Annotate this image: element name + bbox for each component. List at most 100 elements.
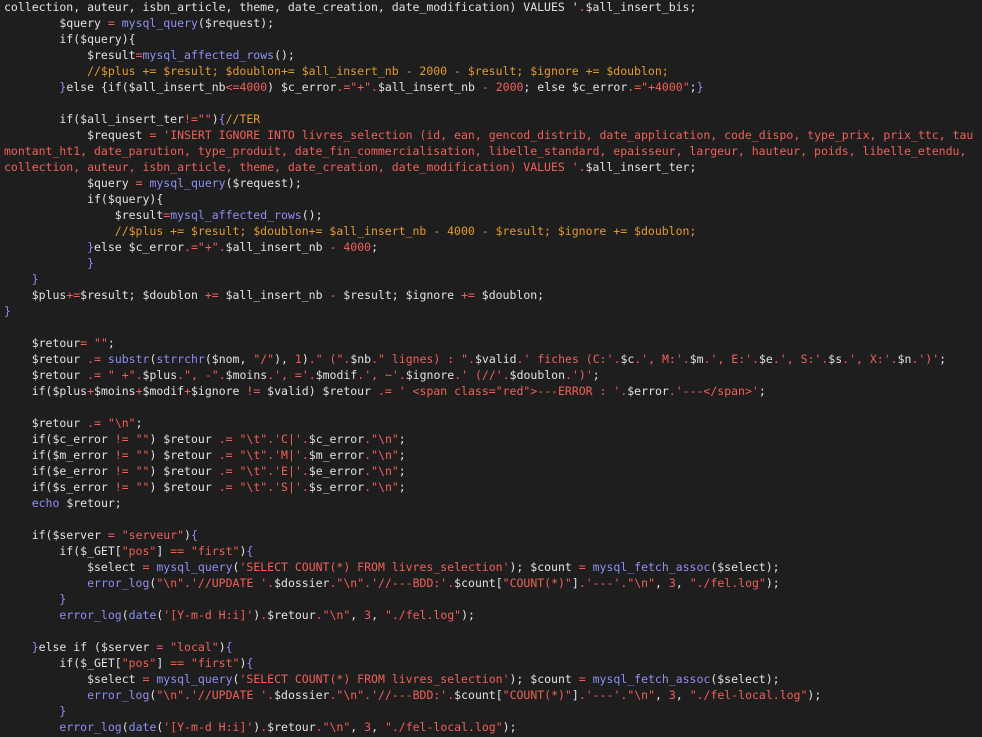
code-text: (); bbox=[301, 208, 323, 222]
code-operator: . bbox=[578, 0, 586, 14]
code-string: '//UPDATE ' bbox=[190, 576, 268, 590]
code-text: , bbox=[371, 720, 385, 734]
code-text: if($s_error bbox=[4, 480, 115, 494]
code-text: $c bbox=[620, 352, 635, 366]
code-line: if($all_insert_ter!=""){//TER bbox=[4, 111, 973, 127]
code-function: strrchr bbox=[156, 352, 205, 366]
code-text: $all_insert_nb bbox=[218, 288, 330, 302]
code-text: ] bbox=[571, 576, 579, 590]
code-line: } bbox=[4, 255, 973, 271]
code-text: if($e_error bbox=[4, 464, 115, 478]
code-line: $select = mysql_query('SELECT COUNT(*) F… bbox=[4, 671, 973, 687]
code-brace: } bbox=[59, 592, 67, 606]
code-line: if($server = "serveur"){ bbox=[4, 527, 973, 543]
code-operator: = bbox=[135, 48, 143, 62]
code-string: "\n" bbox=[371, 464, 399, 478]
code-line: $query = mysql_query($request); bbox=[4, 15, 973, 31]
code-text: ; bbox=[398, 448, 406, 462]
code-function: mysql_query bbox=[149, 176, 226, 190]
code-line: }else if ($server = "local"){ bbox=[4, 639, 973, 655]
code-text: $count[ bbox=[454, 576, 503, 590]
code-operator: . bbox=[308, 352, 316, 366]
code-editor[interactable]: collection, auteur, isbn_article, theme,… bbox=[0, 0, 982, 737]
code-operator: + bbox=[87, 384, 95, 398]
code-string: ", -" bbox=[184, 368, 219, 382]
code-function: mysql_affected_rows bbox=[142, 48, 275, 62]
code-comment: //$plus += $result; $doublon+= $all_inse… bbox=[4, 64, 669, 78]
code-text: $m bbox=[689, 352, 704, 366]
code-text: ; bbox=[689, 80, 697, 94]
code-string: "pos" bbox=[121, 544, 157, 558]
code-text: $result bbox=[4, 48, 136, 62]
code-text: ); bbox=[807, 688, 822, 702]
code-text: , bbox=[675, 576, 690, 590]
code-text: $valid) $retour bbox=[260, 384, 378, 398]
code-string: collection, auteur, isbn_article, theme,… bbox=[4, 160, 579, 174]
code-string: '---</span>' bbox=[675, 384, 759, 398]
code-string: ')' bbox=[918, 352, 940, 366]
code-operator: . bbox=[371, 80, 378, 94]
code-operator: . bbox=[565, 368, 572, 382]
code-text: $retour bbox=[4, 416, 88, 430]
code-line: error_log("\n".'//UPDATE '.$dossier."\n"… bbox=[4, 687, 973, 703]
code-text: ), bbox=[274, 352, 295, 366]
code-operator: += bbox=[66, 288, 81, 302]
code-text: $result; $ignore bbox=[336, 288, 461, 302]
code-line: } bbox=[4, 303, 973, 319]
code-text: $s_error bbox=[308, 480, 365, 494]
code-brace: } bbox=[59, 704, 67, 718]
code-operator: . bbox=[578, 688, 586, 702]
code-text: if($plus bbox=[4, 384, 88, 398]
code-string: 3 bbox=[668, 688, 676, 702]
code-text: else if ($server bbox=[38, 640, 157, 654]
code-operator: != bbox=[114, 432, 129, 446]
code-string: '---' bbox=[585, 576, 621, 590]
code-text: $result; $doublon bbox=[80, 288, 205, 302]
code-string: "./fel.log" bbox=[384, 608, 462, 622]
code-string: '[Y-m-d H:i]' bbox=[163, 720, 254, 734]
code-string: "pos" bbox=[121, 656, 157, 670]
code-text: $query bbox=[4, 176, 136, 190]
code-text: else {if($all_insert_nb bbox=[66, 80, 226, 94]
code-text: $c_error bbox=[308, 432, 365, 446]
code-text: $plus bbox=[4, 288, 67, 302]
code-string: '[Y-m-d H:i]' bbox=[163, 608, 254, 622]
code-string: 'SELECT COUNT(*) FROM livres_selection' bbox=[239, 560, 510, 574]
code-operator: . bbox=[301, 464, 309, 478]
code-string: ' fiches (C:' bbox=[523, 352, 614, 366]
code-operator: = bbox=[135, 176, 143, 190]
code-text: ; bbox=[398, 464, 406, 478]
code-text: $count[ bbox=[454, 688, 503, 702]
code-line: if($e_error != "") $retour .= "\t".'E|'.… bbox=[4, 463, 973, 479]
code-string: "\n" bbox=[627, 576, 656, 590]
code-string: ')' bbox=[571, 368, 593, 382]
code-string: 4000 bbox=[343, 240, 372, 254]
code-text: $modif bbox=[142, 384, 185, 398]
code-function: error_log bbox=[87, 576, 150, 590]
code-text: $doublon; bbox=[474, 288, 545, 302]
code-operator: . bbox=[184, 688, 191, 702]
code-text: $query bbox=[4, 16, 108, 30]
code-text: $dossier bbox=[274, 576, 330, 590]
code-text: if($_GET[ bbox=[4, 544, 122, 558]
code-string: "local" bbox=[170, 640, 219, 654]
code-text: , bbox=[655, 576, 669, 590]
code-string: "" bbox=[197, 112, 212, 126]
code-text: if($all_insert_ter bbox=[4, 112, 185, 126]
code-brace: } bbox=[87, 240, 95, 254]
code-text: $valid bbox=[475, 352, 517, 366]
code-line: if($m_error != "") $retour .= "\t".'M|'.… bbox=[4, 447, 973, 463]
code-string: "" bbox=[135, 464, 150, 478]
code-operator: .= bbox=[218, 464, 233, 478]
code-operator: . bbox=[218, 240, 226, 254]
code-text: $m_error bbox=[308, 448, 365, 462]
code-string: " +" bbox=[107, 368, 136, 382]
